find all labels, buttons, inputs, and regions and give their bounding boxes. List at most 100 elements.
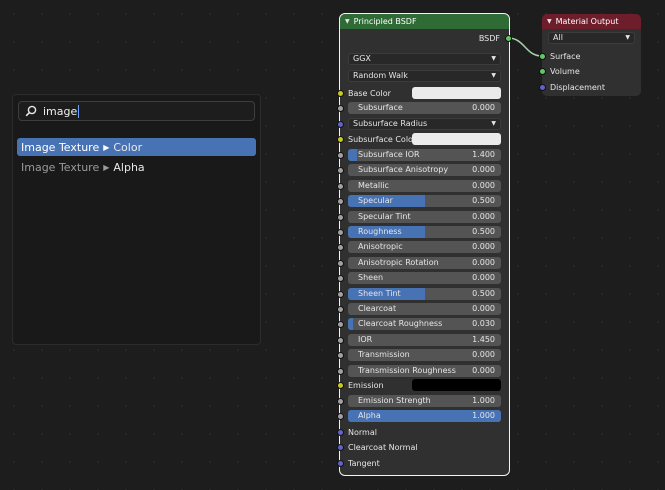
- sheen-tint-field[interactable]: Sheen Tint 0.500: [348, 288, 501, 300]
- field-socket[interactable]: [337, 214, 344, 221]
- material-output-node[interactable]: ▼ Material Output All ▼ Surface Volume D…: [539, 14, 641, 96]
- alpha-socket[interactable]: [337, 413, 344, 420]
- field-value: 0.000: [472, 304, 495, 313]
- field-value: 0.500: [472, 196, 495, 205]
- subsurface-color-socket[interactable]: [337, 136, 344, 143]
- subsurface-method-dropdown[interactable]: Random Walk ▼: [348, 70, 501, 82]
- specular-field[interactable]: Specular 0.500: [348, 195, 501, 207]
- subsurface-radius-socket[interactable]: [337, 121, 344, 128]
- subsurface-anisotropy-field[interactable]: Subsurface Anisotropy 0.000: [348, 164, 501, 176]
- field-socket[interactable]: [337, 167, 344, 174]
- target-dropdown[interactable]: All ▼: [548, 32, 635, 44]
- transmission-roughness-field[interactable]: Transmission Roughness 0.000: [348, 365, 501, 377]
- clearcoat-normal-socket[interactable]: [337, 444, 344, 451]
- field-label: Subsurface Anisotropy: [358, 165, 449, 174]
- node-header[interactable]: ▼ Material Output: [542, 14, 641, 29]
- field-socket[interactable]: [337, 337, 344, 344]
- emission-strength-field[interactable]: Emission Strength 1.000: [348, 395, 501, 407]
- dropdown-value: GGX: [353, 54, 371, 63]
- tangent-socket[interactable]: [337, 460, 344, 467]
- roughness-field[interactable]: Roughness 0.500: [348, 226, 501, 238]
- field-socket[interactable]: [337, 321, 344, 328]
- field-socket[interactable]: [337, 244, 344, 251]
- field-value: 1.000: [472, 396, 495, 405]
- field-value: 0.000: [472, 350, 495, 359]
- field-label: Transmission Roughness: [358, 366, 456, 375]
- field-label: Anisotropic: [358, 242, 403, 251]
- collapse-chevron-icon[interactable]: ▼: [547, 18, 552, 25]
- clearcoat-roughness-field[interactable]: Clearcoat Roughness 0.030: [348, 318, 501, 330]
- principled-bsdf-node[interactable]: ▼ Principled BSDF BSDF GGX ▼ Random Walk…: [337, 13, 512, 476]
- sheen-field[interactable]: Sheen 0.000: [348, 272, 501, 284]
- field-value: 0.000: [472, 181, 495, 190]
- field-value: 1.450: [472, 335, 495, 344]
- subsurface-socket[interactable]: [337, 105, 344, 112]
- chevron-down-icon: ▼: [491, 55, 496, 62]
- slider-fill: [348, 318, 353, 330]
- field-value: 1.400: [472, 150, 495, 159]
- node-title: Material Output: [555, 17, 619, 26]
- dropdown-value: Random Walk: [353, 71, 408, 80]
- clearcoat-normal-label: Clearcoat Normal: [348, 443, 418, 452]
- volume-socket[interactable]: [539, 68, 546, 75]
- field-socket[interactable]: [337, 229, 344, 236]
- field-label: Clearcoat Roughness: [358, 319, 443, 328]
- normal-label: Normal: [348, 428, 377, 437]
- subsurface-color-swatch[interactable]: [412, 133, 501, 145]
- chevron-down-icon: ▼: [491, 72, 496, 79]
- anisotropic-field[interactable]: Anisotropic 0.000: [348, 241, 501, 253]
- normal-socket[interactable]: [337, 429, 344, 436]
- field-socket[interactable]: [337, 368, 344, 375]
- field-label: Subsurface IOR: [358, 150, 420, 159]
- clearcoat-field[interactable]: Clearcoat 0.000: [348, 303, 501, 315]
- field-label: Alpha: [358, 411, 381, 420]
- field-socket[interactable]: [337, 260, 344, 267]
- specular-tint-field[interactable]: Specular Tint 0.000: [348, 211, 501, 223]
- field-socket[interactable]: [337, 198, 344, 205]
- field-label: Roughness: [358, 227, 402, 236]
- anisotropic-rotation-field[interactable]: Anisotropic Rotation 0.000: [348, 257, 501, 269]
- base-color-socket[interactable]: [337, 90, 344, 97]
- field-value: 0.000: [472, 273, 495, 282]
- dropdown-value: Subsurface Radius: [353, 119, 428, 128]
- bsdf-output-socket[interactable]: [505, 35, 512, 42]
- base-color-swatch[interactable]: [412, 87, 501, 99]
- field-label: Specular Tint: [358, 212, 411, 221]
- field-value: 0.000: [472, 212, 495, 221]
- field-socket[interactable]: [337, 275, 344, 282]
- base-color-label: Base Color: [348, 89, 391, 98]
- alpha-field[interactable]: Alpha 1.000: [348, 410, 501, 422]
- tangent-label: Tangent: [348, 459, 380, 468]
- ior-field[interactable]: IOR 1.450: [348, 334, 501, 346]
- collapse-chevron-icon[interactable]: ▼: [345, 18, 350, 25]
- field-label: Sheen Tint: [358, 289, 401, 298]
- field-socket[interactable]: [337, 152, 344, 159]
- surface-label: Surface: [550, 52, 581, 61]
- field-label: Subsurface: [358, 103, 403, 112]
- field-label: Specular: [358, 196, 393, 205]
- field-value: 0.000: [472, 366, 495, 375]
- field-label: Clearcoat: [358, 304, 397, 313]
- subsurface-radius-dropdown[interactable]: Subsurface Radius ▼: [348, 118, 501, 130]
- field-label: Emission Strength: [358, 396, 431, 405]
- surface-socket[interactable]: [539, 53, 546, 60]
- field-label: Transmission: [358, 350, 410, 359]
- emission-color-swatch[interactable]: [412, 379, 501, 391]
- field-socket[interactable]: [337, 352, 344, 359]
- transmission-field[interactable]: Transmission 0.000: [348, 349, 501, 361]
- subsurface-field[interactable]: Subsurface 0.000: [348, 102, 501, 114]
- field-label: IOR: [358, 335, 373, 344]
- subsurface-ior-field[interactable]: Subsurface IOR 1.400: [348, 149, 501, 161]
- displacement-socket[interactable]: [539, 84, 546, 91]
- field-value: 0.000: [472, 103, 495, 112]
- emission-strength-socket[interactable]: [337, 398, 344, 405]
- field-socket[interactable]: [337, 306, 344, 313]
- emission-socket[interactable]: [337, 382, 344, 389]
- chevron-down-icon: ▼: [625, 34, 630, 41]
- field-socket[interactable]: [337, 291, 344, 298]
- node-header[interactable]: ▼ Principled BSDF: [340, 14, 509, 29]
- distribution-dropdown[interactable]: GGX ▼: [348, 53, 501, 65]
- field-socket[interactable]: [337, 183, 344, 190]
- node-title: Principled BSDF: [353, 17, 417, 26]
- metallic-field[interactable]: Metallic 0.000: [348, 180, 501, 192]
